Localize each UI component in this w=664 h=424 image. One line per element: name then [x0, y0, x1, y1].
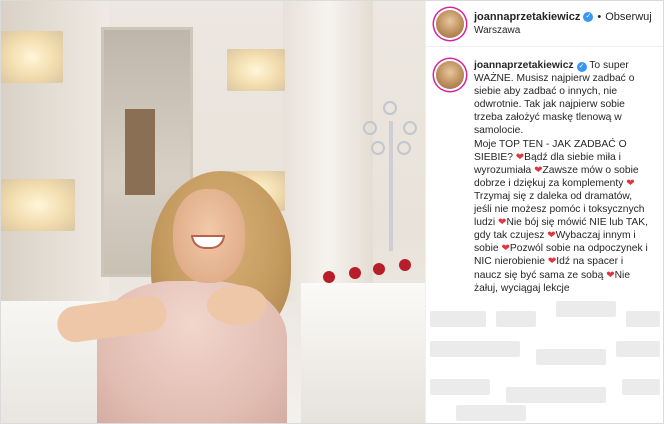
- caption-avatar[interactable]: [436, 61, 464, 89]
- username-link[interactable]: joannaprzetakiewicz: [474, 11, 580, 23]
- caption: joannaprzetakiewicz ✓ To super WAŻNE. Mus…: [426, 47, 663, 295]
- rose: [349, 267, 361, 279]
- location-link[interactable]: Warszawa: [474, 25, 657, 36]
- lit-niche: [1, 31, 63, 83]
- rose: [373, 263, 385, 275]
- caption-body: To super WAŻNE. Musisz najpierw zadbać o…: [474, 60, 648, 294]
- heart-icon: ❤: [547, 230, 556, 242]
- bathtub: [301, 283, 425, 423]
- heart-icon: ❤: [606, 269, 615, 281]
- heart-icon: ❤: [547, 256, 557, 268]
- blurred-comments: [426, 301, 663, 423]
- heart-icon: ❤: [501, 243, 510, 255]
- rose: [323, 271, 335, 283]
- caption-text: joannaprzetakiewicz ✓ To super WAŻNE. Mus…: [474, 59, 650, 295]
- post-side-panel: joannaprzetakiewicz ✓ • Obserwuj Warszaw…: [425, 1, 663, 423]
- marble-pillar: [283, 1, 373, 301]
- caption-username-link[interactable]: joannaprzetakiewicz: [474, 60, 574, 71]
- rose: [399, 259, 411, 271]
- avatar[interactable]: [436, 9, 464, 38]
- heart-icon: ❤: [626, 177, 635, 189]
- heart-icon: ❤: [515, 151, 525, 163]
- verified-badge-icon: ✓: [576, 62, 587, 72]
- header-text: joannaprzetakiewicz ✓ • Obserwuj Warszaw…: [474, 11, 657, 36]
- shoulder: [207, 285, 267, 325]
- instagram-post: joannaprzetakiewicz ✓ • Obserwuj Warszaw…: [0, 0, 664, 424]
- lit-niche: [227, 49, 285, 91]
- verified-badge-icon: ✓: [583, 12, 594, 22]
- candelabra: [363, 91, 419, 251]
- separator-dot: •: [597, 11, 602, 23]
- post-header: joannaprzetakiewicz ✓ • Obserwuj Warszaw…: [426, 1, 663, 47]
- caption-segment: To super WAŻNE. Musisz najpierw zadbać o…: [474, 60, 635, 137]
- follow-button[interactable]: Obserwuj: [605, 11, 651, 23]
- post-photo[interactable]: [1, 1, 425, 423]
- lit-niche: [1, 179, 75, 231]
- shelf: [125, 109, 155, 195]
